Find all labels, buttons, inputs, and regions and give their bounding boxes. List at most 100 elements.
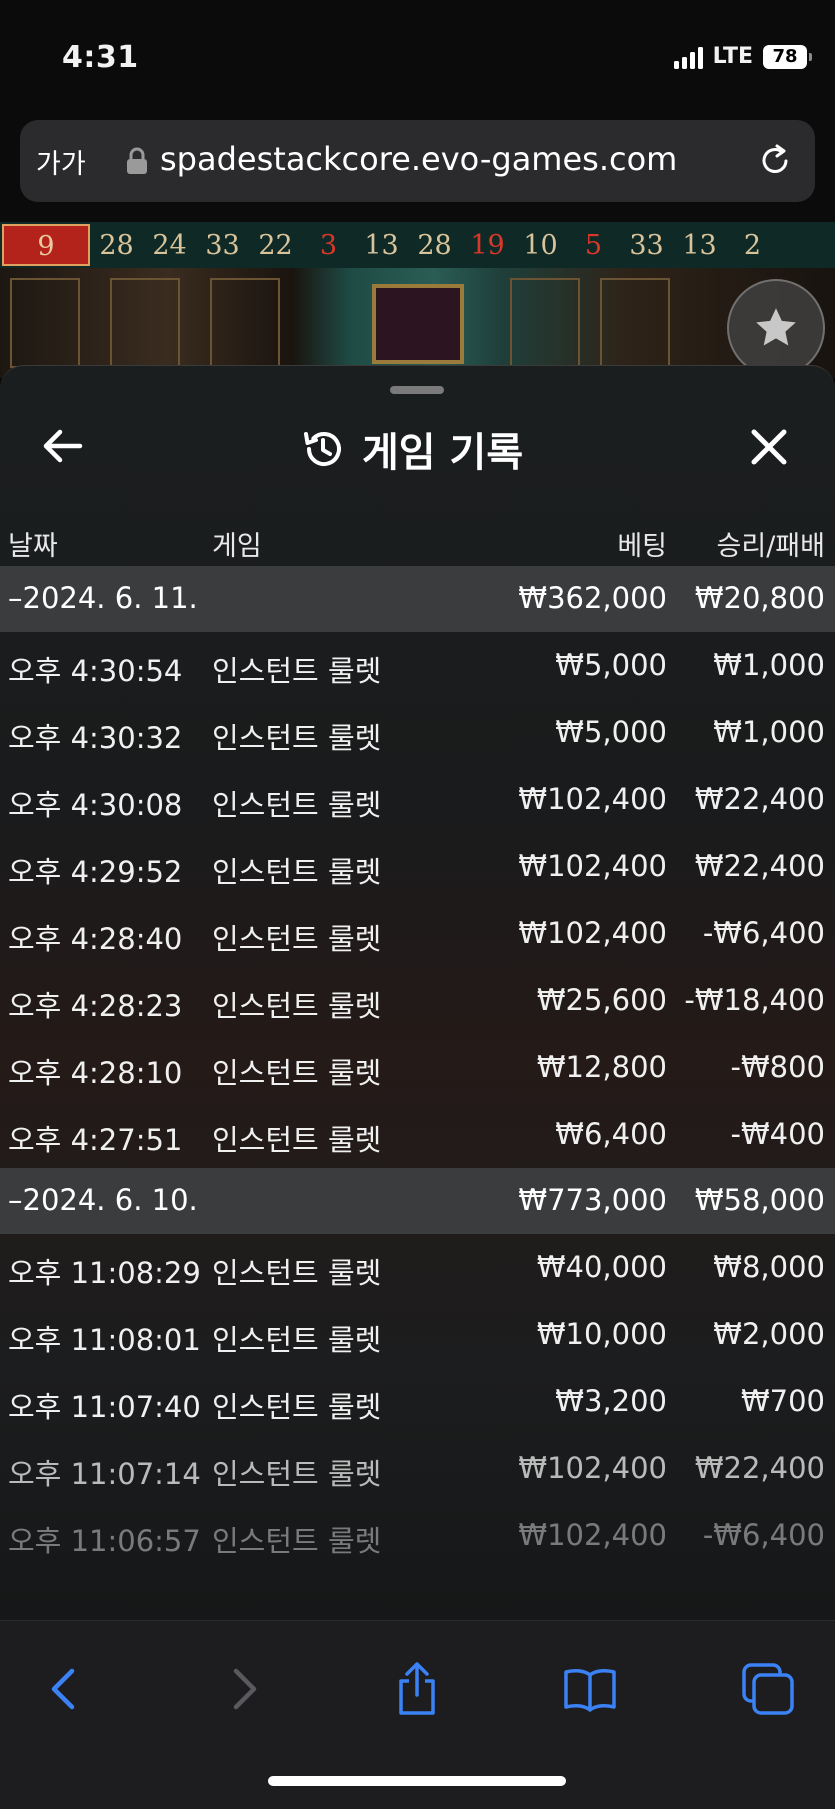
wall-panel [600,278,670,368]
star-icon [756,308,796,346]
row-game: 인스턴트 룰렛 [212,922,382,956]
url-text[interactable]: spadestackcore.evo-games.com [160,140,677,178]
history-table: –2024. 6. 11. ₩362,000 ₩20,800 오후 4:30:54 인스… [0,566,835,1569]
row-time: 오후 4:28:23 [8,989,183,1023]
status-time: 4:31 [62,40,139,75]
result-number: 33 [629,229,664,261]
result-number: 28 [99,229,134,261]
row-result: -₩18,400 [684,983,825,1017]
row-time: 오후 11:08:29 [8,1256,201,1290]
table-row[interactable]: 오후 11:07:40 인스턴트 룰렛 ₩3,200 ₩700 [0,1368,835,1435]
row-game: 인스턴트 룰렛 [212,1123,382,1157]
group-date: –2024. 6. 10. [8,1183,198,1217]
row-time: 오후 11:07:40 [8,1390,201,1424]
column-header-game: 게임 [212,531,262,562]
row-result: -₩800 [730,1050,826,1084]
group-date: –2024. 6. 11. [8,581,198,615]
table-row[interactable]: 오후 11:08:29 인스턴트 룰렛 ₩40,000 ₩8,000 [0,1234,835,1301]
row-time: 오후 4:28:40 [8,922,183,956]
sheet-title-group: 게임 기록 [300,420,523,478]
table-row[interactable]: 오후 4:30:54 인스턴트 룰렛 ₩5,000 ₩1,000 [0,632,835,699]
row-game: 인스턴트 룰렛 [212,989,382,1023]
row-result: ₩8,000 [713,1250,825,1284]
row-bet: ₩3,200 [555,1384,667,1418]
row-bet: ₩102,400 [518,1451,667,1485]
wall-panel [10,278,80,368]
group-result-total: ₩58,000 [694,1183,825,1217]
result-number: 33 [205,229,240,261]
table-row[interactable]: 오후 4:29:52 인스턴트 룰렛 ₩102,400 ₩22,400 [0,833,835,900]
row-game: 인스턴트 룰렛 [212,654,382,688]
column-header-result: 승리/패배 [716,531,825,562]
row-bet: ₩102,400 [518,849,667,883]
table-row[interactable]: 오후 4:28:23 인스턴트 룰렛 ₩25,600 -₩18,400 [0,967,835,1034]
table-row[interactable]: 오후 4:28:40 인스턴트 룰렛 ₩102,400 -₩6,400 [0,900,835,967]
share-icon[interactable] [389,1661,445,1717]
row-time: 오후 11:07:14 [8,1457,201,1491]
date-group-header[interactable]: –2024. 6. 11. ₩362,000 ₩20,800 [0,566,835,632]
row-game: 인스턴트 룰렛 [212,1056,382,1090]
row-time: 오후 4:30:54 [8,654,183,688]
close-icon[interactable] [748,426,790,468]
wall-panel [510,278,580,368]
row-time: 오후 11:08:01 [8,1323,201,1357]
row-game: 인스턴트 룰렛 [212,1323,382,1357]
sheet-header: 게임 기록 [0,406,835,486]
result-number: 13 [364,229,399,261]
bookmarks-icon[interactable] [562,1661,618,1717]
wall-panel [210,278,280,368]
result-number: 10 [523,229,558,261]
result-number: 24 [152,229,187,261]
row-game: 인스턴트 룰렛 [212,1390,382,1424]
row-bet: ₩5,000 [555,715,667,749]
history-icon [304,432,341,466]
forward-icon[interactable] [216,1661,272,1717]
table-row[interactable]: 오후 11:08:01 인스턴트 룰렛 ₩10,000 ₩2,000 [0,1301,835,1368]
table-row[interactable]: 오후 4:28:10 인스턴트 룰렛 ₩12,800 -₩800 [0,1034,835,1101]
row-result: ₩2,000 [713,1317,825,1351]
group-bet-total: ₩362,000 [518,581,667,615]
row-game: 인스턴트 룰렛 [212,721,382,755]
row-bet: ₩5,000 [555,648,667,682]
row-time: 오후 11:06:57 [8,1524,201,1558]
table-header: 날짜 게임 베팅 승리/패배 [0,516,835,566]
row-result: ₩1,000 [713,715,825,749]
sheet-grabber[interactable] [390,386,444,394]
table-row[interactable]: 오후 4:27:51 인스턴트 룰렛 ₩6,400 -₩400 [0,1101,835,1168]
reload-icon[interactable] [755,140,795,180]
back-arrow-icon[interactable] [40,426,84,466]
result-number: 13 [682,229,717,261]
tabs-icon[interactable] [740,1661,796,1717]
row-time: 오후 4:30:32 [8,721,183,755]
row-time: 오후 4:27:51 [8,1123,183,1157]
row-bet: ₩6,400 [555,1117,667,1151]
address-bar[interactable]: 가가 spadestackcore.evo-games.com [20,120,815,202]
group-bet-total: ₩773,000 [518,1183,667,1217]
row-result: ₩22,400 [694,1451,825,1485]
result-number: 2 [743,229,762,261]
painting [372,284,464,364]
row-game: 인스턴트 룰렛 [212,1524,382,1558]
row-result: ₩1,000 [713,648,825,682]
table-row[interactable]: 오후 11:07:14 인스턴트 룰렛 ₩102,400 ₩22,400 [0,1435,835,1502]
back-icon[interactable] [36,1661,92,1717]
result-number: 3 [319,229,338,261]
result-number: 22 [258,229,293,261]
table-row[interactable]: 오후 11:06:57 인스턴트 룰렛 ₩102,400 -₩6,400 [0,1502,835,1569]
date-group-header[interactable]: –2024. 6. 10. ₩773,000 ₩58,000 [0,1168,835,1234]
text-size-button[interactable]: 가가 [36,142,86,181]
status-bar: 4:31 LTE 78 [0,0,835,118]
row-bet: ₩10,000 [536,1317,667,1351]
row-result: -₩6,400 [702,1518,825,1552]
favorite-button[interactable] [727,279,825,377]
row-game: 인스턴트 룰렛 [212,855,382,889]
latest-result-number: 9 [2,224,90,266]
status-indicators: LTE 78 [673,44,812,69]
signal-icon [673,45,703,69]
row-result: ₩700 [740,1384,825,1418]
table-row[interactable]: 오후 4:30:32 인스턴트 룰렛 ₩5,000 ₩1,000 [0,699,835,766]
game-history-sheet: 게임 기록 날짜 게임 베팅 승리/패배 –2024. 6. 11. ₩362,0… [0,365,835,1620]
battery-icon: 78 [763,44,812,69]
row-result: ₩22,400 [694,782,825,816]
table-row[interactable]: 오후 4:30:08 인스턴트 룰렛 ₩102,400 ₩22,400 [0,766,835,833]
